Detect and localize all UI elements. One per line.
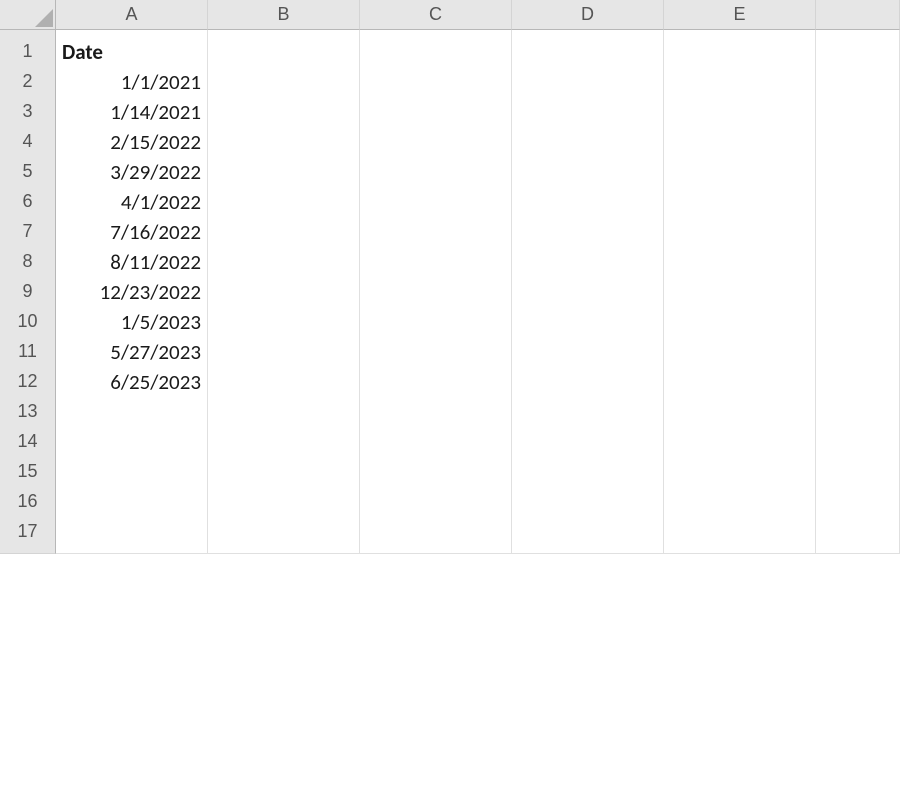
col-header-C[interactable]: C: [360, 0, 512, 30]
col-header-E[interactable]: E: [664, 0, 816, 30]
col-header-B[interactable]: B: [208, 0, 360, 30]
cell-D17[interactable]: [512, 510, 664, 554]
col-header-D[interactable]: D: [512, 0, 664, 30]
cell-F17[interactable]: [816, 510, 900, 554]
select-all-corner[interactable]: [0, 0, 56, 30]
cell-C17[interactable]: [360, 510, 512, 554]
spreadsheet-grid: A B C D E 1 Date 2 1/1/2021 3 1/14/2021 …: [0, 0, 904, 540]
col-header-partial[interactable]: [816, 0, 900, 30]
col-header-A[interactable]: A: [56, 0, 208, 30]
cell-B17[interactable]: [208, 510, 360, 554]
cell-A17[interactable]: [56, 510, 208, 554]
row-header[interactable]: 17: [0, 510, 56, 554]
cell-E17[interactable]: [664, 510, 816, 554]
